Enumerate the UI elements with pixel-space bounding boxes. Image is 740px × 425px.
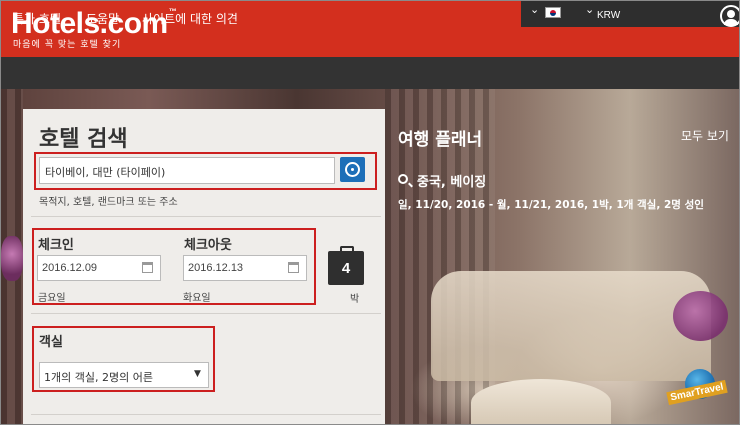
nav-item-deals[interactable]: 특가 호텔 (13, 10, 61, 27)
checkout-label: 체크아웃 (184, 238, 232, 253)
destination-input[interactable]: 타이베이, 대만 (타이페이) (39, 157, 335, 184)
nav-item-help[interactable]: 도움말 (86, 10, 119, 27)
rooms-select[interactable]: 1개의 객실, 2명의 어른 (39, 362, 209, 388)
divider (31, 414, 381, 415)
calendar-icon[interactable] (288, 262, 299, 273)
checkin-weekday: 금요일 (38, 293, 66, 304)
divider (31, 216, 381, 217)
tagline: 마음에 꼭 맞는 호텔 찾기 (13, 40, 122, 50)
recent-search-destination[interactable]: 중국, 베이징 (417, 171, 486, 190)
korea-flag-icon[interactable] (545, 7, 561, 18)
nights-label: 박 (350, 294, 360, 305)
search-title: 호텔 검색 (39, 127, 128, 152)
dropdown-arrow-icon[interactable]: ▼ (194, 369, 201, 379)
calendar-icon[interactable] (142, 262, 153, 273)
search-icon (398, 174, 408, 184)
planner-title: 여행 플래너 (398, 130, 483, 150)
destination-hint: 목적지, 호텔, 랜드마크 또는 주소 (39, 197, 178, 208)
chevron-down-icon[interactable]: ⌄ (585, 3, 594, 16)
crosshair-dot (351, 168, 354, 171)
recent-search-detail[interactable]: 일, 11/20, 2016 - 월, 11/21, 2016, 1박, 1개 … (398, 197, 704, 212)
currency-selector[interactable]: KRW (597, 10, 620, 21)
ottoman-image (471, 379, 611, 424)
view-all-link[interactable]: 모두 보기 (681, 127, 729, 144)
nights-badge: 4 (328, 246, 364, 285)
browser-frame: Hotels.com™ 마음에 꼭 맞는 호텔 찾기 ⌄ ⌄ KRW 특가 호텔… (0, 0, 740, 425)
sofa-image (431, 271, 711, 381)
checkin-label: 체크인 (38, 238, 74, 253)
flower-decoration (673, 291, 728, 341)
divider (31, 313, 381, 314)
chevron-down-icon[interactable]: ⌄ (530, 3, 539, 16)
nav-item-feedback[interactable]: 사이트에 대한 의견 (142, 10, 238, 27)
nav-bar (1, 57, 739, 89)
user-icon[interactable] (720, 5, 739, 27)
rooms-label: 객실 (39, 335, 63, 350)
checkout-weekday: 화요일 (183, 293, 211, 304)
flower-decoration (1, 236, 23, 281)
